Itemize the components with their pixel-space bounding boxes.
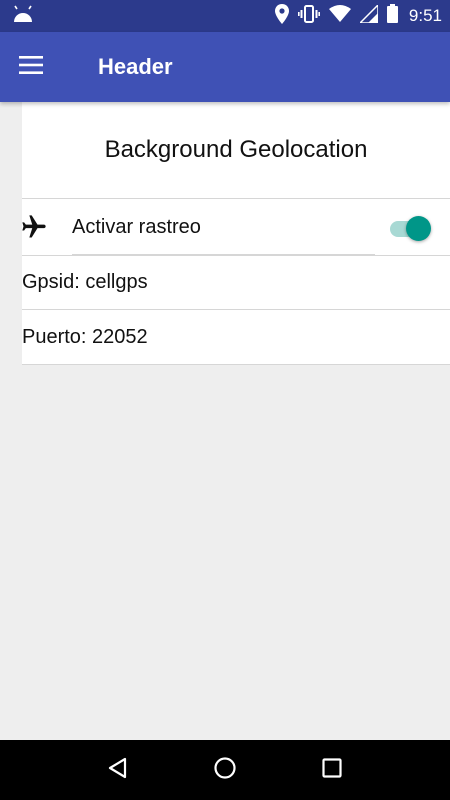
switch-thumb <box>406 216 431 241</box>
vibrate-icon <box>297 4 320 28</box>
tracking-label: Activar rastreo <box>72 216 201 238</box>
page-title: Header <box>98 54 173 79</box>
app-bar: Header <box>0 32 450 102</box>
back-button[interactable] <box>103 755 133 785</box>
status-time: 9:51 <box>408 6 442 25</box>
status-icons: 9:51 <box>274 2 442 29</box>
airplane-icon <box>20 213 48 241</box>
signal-icon <box>358 2 379 28</box>
home-button[interactable] <box>210 755 240 785</box>
android-icon <box>12 5 34 28</box>
location-icon <box>274 3 289 29</box>
wifi-icon <box>328 5 351 27</box>
recents-button[interactable] <box>317 755 347 785</box>
gpsid-row: Gpsid: cellgps <box>22 255 450 310</box>
puerto-text: Puerto: 22052 <box>22 325 148 348</box>
card-title: Background Geolocation <box>22 102 450 199</box>
menu-button[interactable] <box>0 32 62 102</box>
navigation-bar <box>0 740 450 800</box>
home-icon <box>213 756 237 785</box>
status-bar: 9:51 <box>0 0 450 32</box>
recents-icon <box>321 757 343 784</box>
menu-icon <box>19 55 43 79</box>
tracking-toggle-row[interactable]: Activar rastreo <box>0 199 450 255</box>
battery-icon <box>386 4 398 28</box>
gpsid-text: Gpsid: cellgps <box>22 271 148 293</box>
tracking-switch[interactable] <box>388 215 434 241</box>
settings-card: Background Geolocation Activar rastreo G… <box>22 102 450 365</box>
back-icon <box>107 757 129 784</box>
puerto-row: Puerto: 22052 <box>22 310 450 365</box>
